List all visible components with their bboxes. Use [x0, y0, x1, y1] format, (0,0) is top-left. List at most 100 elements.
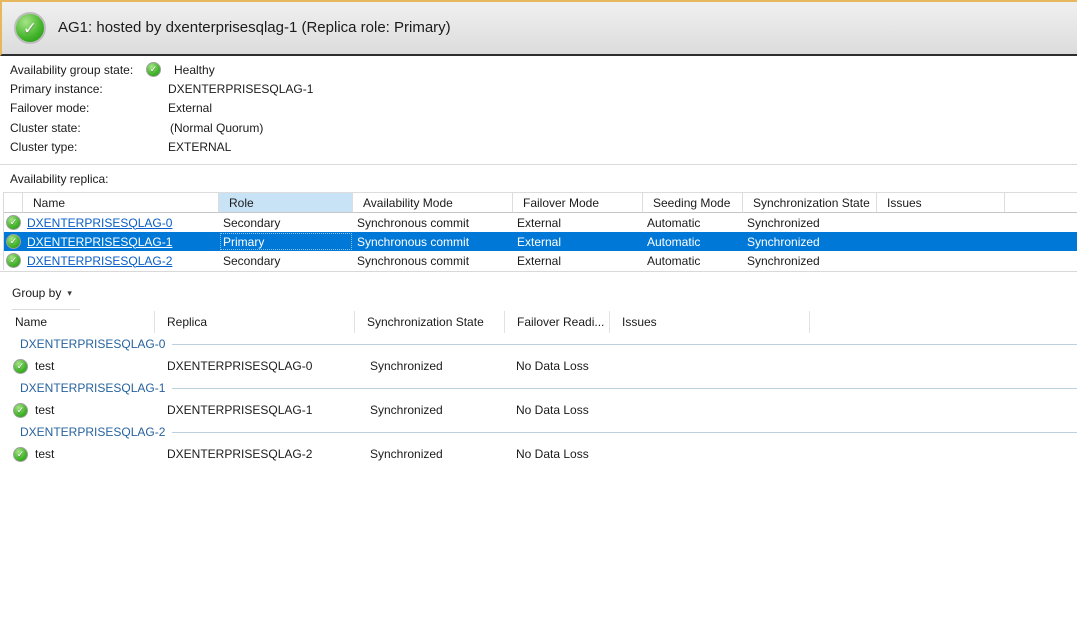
cell-failover-readiness: No Data Loss	[505, 399, 610, 421]
field-value: DXENTERPRISESQLAG-1	[168, 82, 313, 96]
cell-failover-mode: External	[513, 213, 643, 232]
status-ok-icon: ✓	[14, 12, 46, 44]
column-header-issues[interactable]: Issues	[877, 193, 1005, 213]
table-row-database[interactable]: ✓ test DXENTERPRISESQLAG-1 Synchronized …	[3, 399, 1077, 421]
group-header-sqlag-1: DXENTERPRISESQLAG-1	[3, 377, 1077, 399]
group-header-sqlag-2: DXENTERPRISESQLAG-2	[3, 421, 1077, 443]
group-by-button[interactable]: Group by ▾	[12, 283, 72, 303]
cell-synchronization-state: Synchronized	[355, 443, 505, 465]
cell-synchronization-state: Synchronized	[355, 355, 505, 377]
column-header-seeding-mode[interactable]: Seeding Mode	[643, 193, 743, 213]
section-divider	[0, 164, 1077, 165]
cell-role: Secondary	[219, 251, 353, 270]
cell-failover-mode: External	[513, 251, 643, 270]
replica-table-header: Name Role Availability Mode Failover Mod…	[4, 192, 1077, 213]
cell-issues	[877, 232, 1005, 251]
healthy-check-icon: ✓	[146, 62, 161, 77]
cell-synchronization-state: Synchronized	[743, 232, 877, 251]
cell-filler	[1005, 232, 1077, 251]
table-row-database[interactable]: ✓ test DXENTERPRISESQLAG-2 Synchronized …	[3, 443, 1077, 465]
group-by-label: Group by	[12, 286, 61, 300]
summary-fields: Availability group state: ✓ Healthy Prim…	[10, 60, 610, 157]
replica-table-body: ✓ DXENTERPRISESQLAG-0 Secondary Synchron…	[4, 213, 1077, 270]
cell-filler	[810, 443, 1077, 465]
cell-replica: DXENTERPRISESQLAG-0	[155, 355, 355, 377]
field-label: Primary instance:	[10, 82, 146, 96]
dashboard-header: ✓ AG1: hosted by dxenterprisesqlag-1 (Re…	[0, 0, 1077, 56]
cell-issues	[610, 399, 810, 421]
field-label: Availability group state:	[10, 63, 146, 77]
database-name: test	[35, 403, 54, 417]
cell-replica: DXENTERPRISESQLAG-1	[155, 399, 355, 421]
column-header-role[interactable]: Role	[219, 193, 353, 213]
cell-synchronization-state: Synchronized	[355, 399, 505, 421]
database-name: test	[35, 359, 54, 373]
group-rule-line	[172, 388, 1077, 389]
cell-failover-readiness: No Data Loss	[505, 355, 610, 377]
cell-failover-readiness: No Data Loss	[505, 443, 610, 465]
group-table-header: Name Replica Synchronization State Failo…	[3, 311, 1077, 333]
field-availability-group-state: Availability group state: ✓ Healthy	[10, 60, 610, 79]
availability-replica-label: Availability replica:	[10, 172, 109, 186]
database-name: test	[35, 447, 54, 461]
cell-replica: DXENTERPRISESQLAG-2	[155, 443, 355, 465]
group-rule-line	[172, 344, 1077, 345]
field-label: Failover mode:	[10, 101, 146, 115]
column-header-filler	[1005, 193, 1077, 213]
cell-issues	[877, 213, 1005, 232]
column-header-issues[interactable]: Issues	[610, 311, 810, 333]
chevron-down-icon: ▾	[67, 288, 72, 299]
field-label: Cluster type:	[10, 140, 146, 154]
column-header-failover-mode[interactable]: Failover Mode	[513, 193, 643, 213]
field-value: Healthy	[174, 63, 215, 77]
row-status-check-icon: ✓	[13, 359, 28, 374]
cell-filler	[810, 355, 1077, 377]
column-header-synchronization-state[interactable]: Synchronization State	[743, 193, 877, 213]
replica-link[interactable]: DXENTERPRISESQLAG-0	[27, 216, 172, 230]
table-row-replica-0[interactable]: ✓ DXENTERPRISESQLAG-0 Secondary Synchron…	[4, 213, 1077, 232]
field-cluster-type: Cluster type: EXTERNAL	[10, 138, 610, 157]
field-value: (Normal Quorum)	[170, 121, 263, 135]
replica-link[interactable]: DXENTERPRISESQLAG-2	[27, 254, 172, 268]
row-status-check-icon: ✓	[13, 403, 28, 418]
field-failover-mode: Failover mode: External	[10, 99, 610, 118]
column-header-replica[interactable]: Replica	[155, 311, 355, 333]
row-status-check-icon: ✓	[6, 253, 21, 268]
table-row-replica-1-selected[interactable]: ✓ DXENTERPRISESQLAG-1 Primary Synchronou…	[4, 232, 1077, 251]
cell-issues	[610, 443, 810, 465]
group-name: DXENTERPRISESQLAG-1	[20, 381, 165, 395]
row-status-check-icon: ✓	[6, 234, 21, 249]
cell-synchronization-state: Synchronized	[743, 251, 877, 270]
column-header-name[interactable]: Name	[3, 311, 155, 333]
cell-issues	[877, 251, 1005, 270]
column-header-failover-readiness[interactable]: Failover Readi...	[505, 311, 610, 333]
group-rule-line	[172, 432, 1077, 433]
table-row-database[interactable]: ✓ test DXENTERPRISESQLAG-0 Synchronized …	[3, 355, 1077, 377]
cell-role: Primary	[219, 232, 353, 251]
ag-dashboard: { "header": { "title": "AG1: hosted by d…	[0, 0, 1077, 628]
field-cluster-state: Cluster state: (Normal Quorum)	[10, 118, 610, 137]
column-header-availability-mode[interactable]: Availability Mode	[353, 193, 513, 213]
group-by-underline	[12, 309, 80, 310]
field-primary-instance: Primary instance: DXENTERPRISESQLAG-1	[10, 79, 610, 98]
cell-seeding-mode: Automatic	[643, 213, 743, 232]
page-title: AG1: hosted by dxenterprisesqlag-1 (Repl…	[58, 2, 451, 54]
icon-column-header[interactable]	[4, 193, 23, 213]
cell-seeding-mode: Automatic	[643, 232, 743, 251]
cell-seeding-mode: Automatic	[643, 251, 743, 270]
field-value: External	[168, 101, 212, 115]
column-header-name[interactable]: Name	[23, 193, 219, 213]
field-label: Cluster state:	[10, 121, 146, 135]
cell-filler	[810, 399, 1077, 421]
column-header-synchronization-state[interactable]: Synchronization State	[355, 311, 505, 333]
availability-replica-table: Name Role Availability Mode Failover Mod…	[3, 192, 1077, 270]
table-row-replica-2[interactable]: ✓ DXENTERPRISESQLAG-2 Secondary Synchron…	[4, 251, 1077, 270]
check-glyph: ✓	[23, 20, 37, 37]
group-name: DXENTERPRISESQLAG-2	[20, 425, 165, 439]
row-status-check-icon: ✓	[6, 215, 21, 230]
cell-role: Secondary	[219, 213, 353, 232]
cell-availability-mode: Synchronous commit	[353, 232, 513, 251]
cell-filler	[1005, 251, 1077, 270]
database-group-table: Name Replica Synchronization State Failo…	[3, 311, 1077, 465]
replica-link[interactable]: DXENTERPRISESQLAG-1	[27, 235, 172, 249]
